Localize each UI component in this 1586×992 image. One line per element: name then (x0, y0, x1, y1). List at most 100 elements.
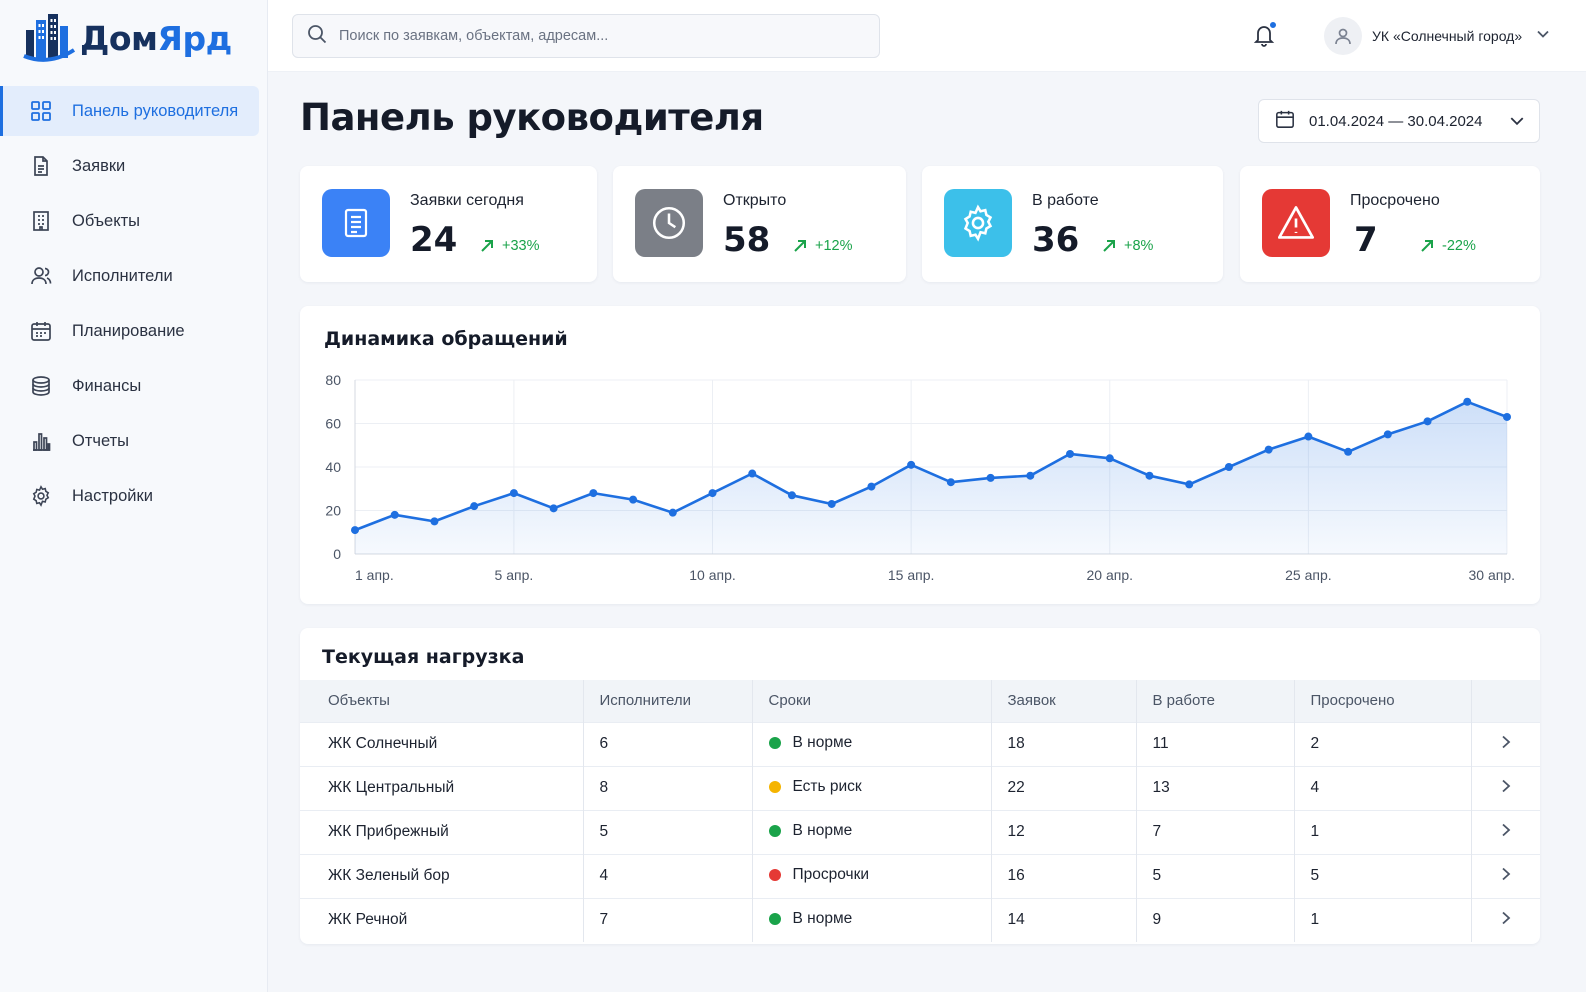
kpi-card-today[interactable]: Заявки сегодня 24 +33% (300, 166, 597, 282)
data-point[interactable] (1224, 463, 1233, 471)
kpi-card-in-progress[interactable]: В работе 36 +8% (922, 166, 1223, 282)
data-point[interactable] (509, 489, 518, 498)
data-point[interactable] (589, 489, 598, 498)
column-header[interactable]: Исполнители (583, 680, 753, 722)
date-range-picker[interactable]: 01.04.2024 — 30.04.2024 (1258, 99, 1540, 143)
cell-overdue: 4 (1294, 765, 1472, 810)
sidebar-item-reports[interactable]: Отчеты (0, 416, 268, 466)
logo[interactable]: ДомЯрд (22, 12, 232, 64)
sidebar-item-label: Настройки (72, 486, 153, 505)
clock-icon (635, 189, 703, 257)
x-tick-label: 15 апр. (888, 567, 935, 583)
data-point[interactable] (708, 489, 717, 498)
data-point[interactable] (1304, 432, 1313, 441)
data-point[interactable] (748, 469, 757, 478)
data-point[interactable] (549, 504, 558, 513)
sidebar-item-objects[interactable]: Объекты (0, 196, 268, 246)
load-table: Объекты Исполнители Сроки Заявок В работ… (300, 680, 1540, 942)
search-input[interactable] (339, 28, 859, 44)
kpi-card-open[interactable]: Открыто 58 +12% (613, 166, 906, 282)
document-icon (322, 189, 390, 257)
kpi-label: Заявки сегодня (410, 192, 524, 209)
search-box[interactable] (292, 14, 880, 58)
data-point[interactable] (1105, 454, 1114, 463)
data-point[interactable] (1503, 412, 1511, 421)
sidebar-item-finance[interactable]: Финансы (0, 361, 268, 411)
x-tick-label: 5 апр. (495, 567, 534, 583)
y-tick-label: 0 (333, 546, 341, 562)
data-point[interactable] (430, 517, 439, 526)
row-open-button[interactable] (1471, 853, 1540, 898)
kpi-value: 36 (1032, 220, 1080, 260)
kpi-delta-value: +33% (502, 238, 540, 254)
data-point[interactable] (1026, 471, 1035, 480)
notifications-button[interactable] (1252, 20, 1278, 50)
data-point[interactable] (827, 499, 836, 508)
column-header[interactable]: Заявок (991, 680, 1137, 722)
data-point[interactable] (1383, 430, 1392, 439)
data-point[interactable] (867, 482, 876, 491)
user-menu[interactable]: УК «Солнечный город» (1324, 17, 1550, 55)
data-point[interactable] (1264, 445, 1273, 454)
table-row[interactable]: ЖК Прибрежный 5 В норме 12 7 1 (300, 809, 1540, 854)
avatar (1324, 17, 1362, 55)
kpi-delta-value: +8% (1124, 238, 1154, 254)
data-point[interactable] (351, 526, 359, 535)
data-point[interactable] (1145, 471, 1154, 480)
cell-in-work: 7 (1136, 809, 1295, 854)
table-row[interactable]: ЖК Зеленый бор 4 Просрочки 16 5 5 (300, 853, 1540, 898)
cell-status: В норме (752, 897, 992, 942)
data-point[interactable] (907, 460, 916, 469)
sidebar-item-label: Заявки (72, 156, 126, 175)
kpi-label: Открыто (723, 192, 787, 209)
data-point[interactable] (1344, 447, 1353, 456)
users-icon (30, 265, 52, 287)
cell-requests: 22 (991, 765, 1137, 810)
cell-object: ЖК Речной (300, 897, 584, 942)
row-open-button[interactable] (1471, 765, 1540, 810)
sidebar-item-planning[interactable]: Планирование (0, 306, 268, 356)
gear-icon (30, 485, 52, 507)
arrow-up-right-icon (481, 240, 493, 252)
data-point[interactable] (1185, 480, 1194, 489)
chevron-right-icon (1502, 779, 1511, 792)
data-point[interactable] (390, 510, 399, 519)
kpi-value: 24 (410, 220, 458, 260)
data-point[interactable] (1463, 397, 1472, 406)
data-point[interactable] (787, 491, 796, 500)
data-point[interactable] (946, 478, 955, 487)
table-row[interactable]: ЖК Речной 7 В норме 14 9 1 (300, 897, 1540, 942)
sidebar-item-label: Исполнители (72, 266, 173, 285)
data-point[interactable] (1066, 449, 1075, 458)
sidebar-item-requests[interactable]: Заявки (0, 141, 268, 191)
page-title: Панель руководителя (300, 96, 764, 139)
load-title: Текущая нагрузка (322, 646, 525, 668)
column-header[interactable]: Объекты (300, 680, 584, 722)
kpi-delta: -22% (1420, 238, 1476, 254)
row-open-button[interactable] (1471, 721, 1540, 766)
table-row[interactable]: ЖК Солнечный 6 В норме 18 11 2 (300, 721, 1540, 766)
data-point[interactable] (986, 473, 995, 482)
data-point[interactable] (629, 495, 638, 504)
row-open-button[interactable] (1471, 809, 1540, 854)
row-open-button[interactable] (1471, 897, 1540, 942)
column-header[interactable]: В работе (1136, 680, 1295, 722)
bar-chart-icon (30, 430, 52, 452)
data-point[interactable] (668, 508, 677, 517)
kpi-card-overdue[interactable]: Просрочено 7 -22% (1240, 166, 1540, 282)
data-point[interactable] (470, 502, 479, 511)
column-header[interactable]: Сроки (752, 680, 992, 722)
cell-status: Есть риск (752, 765, 992, 810)
sidebar-item-workers[interactable]: Исполнители (0, 251, 268, 301)
table-row[interactable]: ЖК Центральный 8 Есть риск 22 13 4 (300, 765, 1540, 810)
chevron-right-icon (1502, 911, 1511, 924)
kpi-delta-value: +12% (815, 238, 853, 254)
sidebar-item-settings[interactable]: Настройки (0, 471, 268, 521)
cell-requests: 16 (991, 853, 1137, 898)
data-point[interactable] (1423, 417, 1432, 426)
column-header[interactable]: Просрочено (1294, 680, 1472, 722)
cell-workers: 8 (583, 765, 753, 810)
gear-icon (944, 189, 1012, 257)
requests-dynamics-chart: 0 20 40 60 80 1 апр. 5 апр. 10 апр. 15 апр. 20 ап… (325, 372, 1515, 583)
sidebar-item-dashboard[interactable]: Панель руководителя (0, 86, 259, 136)
